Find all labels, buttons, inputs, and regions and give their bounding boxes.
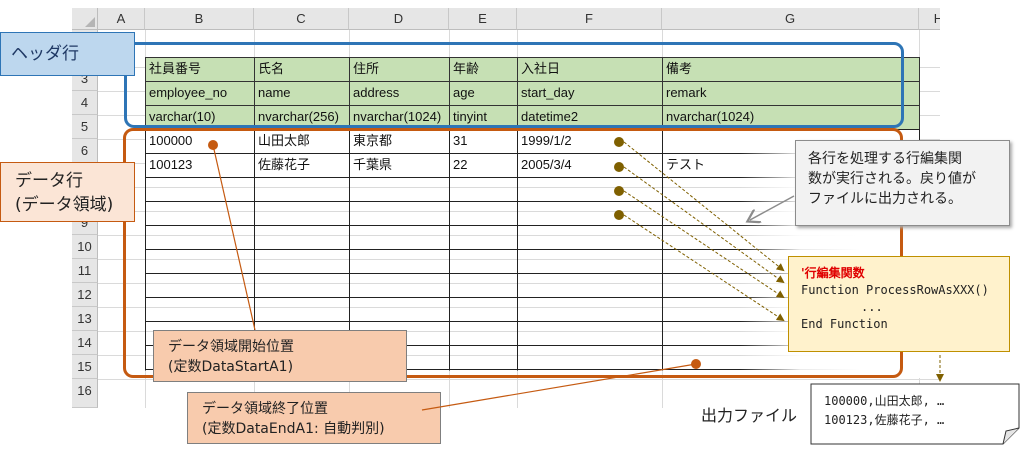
row-dot [614, 210, 624, 220]
row-arrow [623, 166, 785, 284]
start-position-leader [212, 144, 256, 331]
row-arrow [623, 190, 785, 299]
note-pointer [750, 195, 795, 220]
end-position-leader [421, 363, 697, 411]
row-arrow [623, 214, 785, 322]
row-arrow [623, 141, 785, 272]
connector-layer [208, 137, 944, 411]
row-dot [614, 162, 624, 172]
row-dot [614, 186, 624, 196]
row-dot [614, 137, 624, 147]
